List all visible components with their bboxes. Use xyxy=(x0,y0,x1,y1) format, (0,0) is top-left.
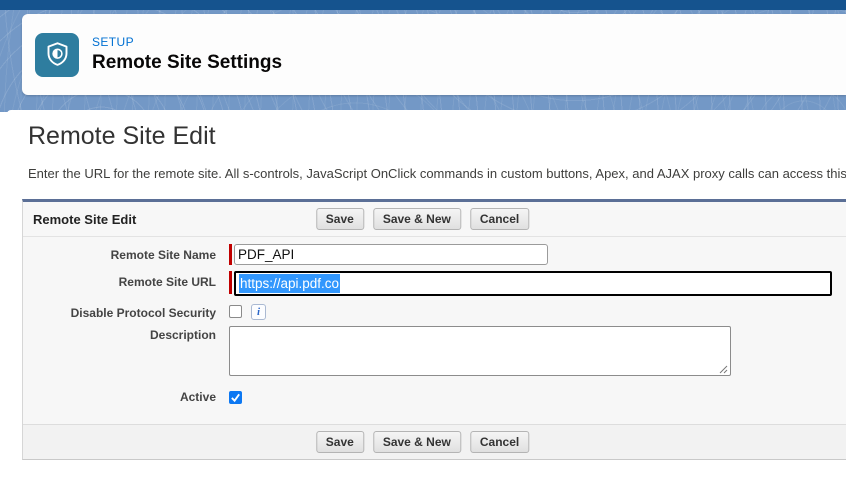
remote-site-name-label: Remote Site Name xyxy=(23,244,216,265)
page-title: Remote Site Edit xyxy=(28,121,846,151)
save-button[interactable]: Save xyxy=(316,208,364,230)
disable-protocol-security-row: Disable Protocol Security i xyxy=(23,302,846,320)
save-and-new-button[interactable]: Save & New xyxy=(373,431,461,453)
save-and-new-button[interactable]: Save & New xyxy=(373,208,461,230)
active-checkbox[interactable] xyxy=(229,391,242,404)
form-body: Remote Site Name Remote Site URL https:/… xyxy=(23,237,846,404)
setup-breadcrumb[interactable]: SETUP xyxy=(92,35,282,49)
shield-glyph xyxy=(44,41,71,68)
description-textarea[interactable] xyxy=(229,326,731,376)
top-button-row: Save Save & New Cancel xyxy=(316,208,529,230)
remote-site-name-row: Remote Site Name xyxy=(23,244,846,265)
remote-site-name-input[interactable] xyxy=(234,244,548,265)
required-marker xyxy=(229,244,232,265)
save-button[interactable]: Save xyxy=(316,431,364,453)
disable-protocol-security-checkbox[interactable] xyxy=(229,305,242,318)
page-description: Enter the URL for the remote site. All s… xyxy=(28,166,846,182)
description-row: Description xyxy=(23,326,846,381)
cancel-button[interactable]: Cancel xyxy=(470,431,529,453)
page-header-title: Remote Site Settings xyxy=(92,51,282,75)
remote-site-url-row: Remote Site URL https://api.pdf.co xyxy=(23,271,846,296)
required-marker xyxy=(229,271,232,294)
checkmark-icon xyxy=(230,392,241,403)
active-row: Active xyxy=(23,389,846,404)
disable-protocol-security-label: Disable Protocol Security xyxy=(23,302,216,320)
setup-page-header: SETUP Remote Site Settings xyxy=(22,14,846,95)
browser-top-strip xyxy=(0,0,846,10)
form-section-title: Remote Site Edit xyxy=(33,212,136,227)
security-shield-icon xyxy=(35,33,79,77)
cancel-button[interactable]: Cancel xyxy=(470,208,529,230)
selected-text: https://api.pdf.co xyxy=(239,274,340,293)
bottom-button-row: Save Save & New Cancel xyxy=(316,431,529,453)
remote-site-edit-form: Remote Site Edit Save Save & New Cancel … xyxy=(22,199,846,460)
info-icon[interactable]: i xyxy=(251,304,266,320)
remote-site-url-input[interactable]: https://api.pdf.co xyxy=(234,271,832,296)
remote-site-url-label: Remote Site URL xyxy=(23,271,216,296)
main-content-panel: Remote Site Edit Enter the URL for the r… xyxy=(7,110,846,483)
description-label: Description xyxy=(23,326,216,381)
form-header: Remote Site Edit Save Save & New Cancel xyxy=(23,202,846,237)
form-footer: Save Save & New Cancel xyxy=(23,424,846,459)
active-label: Active xyxy=(23,389,216,404)
